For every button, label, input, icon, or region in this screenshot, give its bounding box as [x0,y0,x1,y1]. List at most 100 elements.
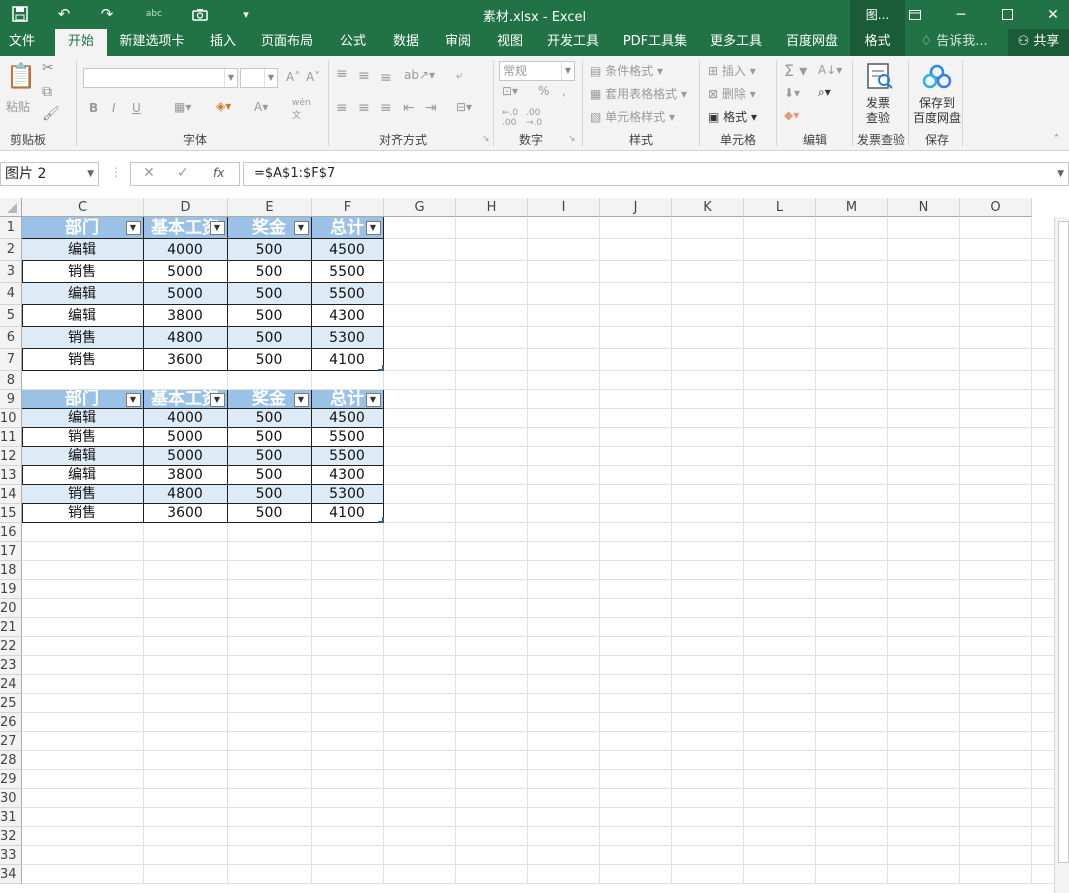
filter-dropdown-icon[interactable]: ▼ [293,392,309,407]
table-header-cell[interactable]: 总计 ▼ [311,216,384,239]
row-header[interactable]: 6 [0,327,22,349]
column-header[interactable]: N [888,198,960,217]
align-middle-icon[interactable]: ≡ [358,68,370,84]
table-cell[interactable]: 销售 [21,260,144,283]
table-cell[interactable]: 500 [227,446,312,466]
fill-color-icon[interactable]: ◈▾ [216,99,231,113]
table-cell[interactable]: 5000 [143,260,228,283]
table-cell[interactable]: 500 [227,282,312,305]
row-header[interactable]: 33 [0,846,22,865]
paste-label[interactable]: 粘贴 [6,98,30,115]
chevron-down-icon[interactable]: ▼ [87,163,94,185]
table-cell[interactable]: 4000 [143,238,228,261]
name-box[interactable]: 图片 2 ▼ [0,162,99,186]
dialog-launcher-icon[interactable]: ↘ [568,134,576,144]
row-header[interactable]: 10 [0,409,22,428]
fill-icon[interactable]: ⬇▾ [784,86,800,100]
table-cell[interactable]: 4000 [143,408,228,428]
row-header[interactable]: 5 [0,305,22,327]
row-header[interactable]: 24 [0,675,22,694]
table-cell[interactable]: 5300 [311,484,384,504]
data-table-2[interactable]: 部门 ▼ 基本工资 ▼ 奖金 ▼ 总计 ▼ 编辑 4000 500 4500 销售 5000 500 5500… [21,389,384,523]
align-center-icon[interactable]: ≡ [358,100,370,116]
align-top-icon[interactable]: ≡ [336,66,348,82]
tab-format[interactable]: 格式 [850,29,905,56]
increase-decimal-icon[interactable]: ←.0.00 [502,108,518,128]
vertical-scrollbar[interactable] [1054,217,1069,893]
table-cell[interactable]: 编辑 [21,465,144,485]
table-cell[interactable]: 4500 [311,238,384,261]
invoice-check-icon[interactable] [866,62,894,94]
filter-dropdown-icon[interactable]: ▼ [293,220,309,235]
scrollbar-thumb[interactable] [1058,221,1069,863]
collapse-ribbon-icon[interactable]: ˄ [1054,134,1059,145]
filter-dropdown-icon[interactable]: ▼ [209,392,225,407]
tab-developer[interactable]: 开发工具 [540,29,606,56]
increase-indent-icon[interactable]: ⇥ [425,100,437,116]
worksheet-grid[interactable]: CDEFGHIJKLMNO 1 2 3 4 5 6 7 8 9 10 11 12 13 14 15 16 17 1… [0,198,1069,893]
merge-center-icon[interactable]: ⊟▾ [456,100,472,114]
tab-data[interactable]: 数据 [384,29,428,56]
table-cell[interactable]: 5500 [311,282,384,305]
table-cell[interactable]: 500 [227,465,312,485]
decrease-indent-icon[interactable]: ⇤ [403,100,415,116]
table-header-cell[interactable]: 奖金 ▼ [227,216,312,239]
table-cell[interactable]: 销售 [21,484,144,504]
shrink-font-icon[interactable]: A˅ [306,70,320,84]
table-cell[interactable]: 销售 [21,503,144,523]
tell-me-search[interactable]: ♢ 告诉我... [918,29,990,56]
row-header[interactable]: 25 [0,694,22,713]
table-cell[interactable]: 500 [227,427,312,447]
column-header[interactable]: L [744,198,816,217]
row-header[interactable]: 11 [0,428,22,447]
table-cell[interactable]: 销售 [21,326,144,349]
sort-filter-icon[interactable]: A↓▾ [818,63,842,77]
column-header[interactable]: J [600,198,672,217]
table-cell[interactable]: 销售 [21,348,144,371]
tab-view[interactable]: 视图 [488,29,532,56]
cancel-icon[interactable]: ✕ [143,165,155,181]
table-cell[interactable]: 5500 [311,446,384,466]
row-header[interactable]: 19 [0,580,22,599]
restore-icon[interactable] [984,0,1030,29]
border-icon[interactable]: ▦▾ [174,100,191,114]
column-header[interactable]: K [672,198,744,217]
row-header[interactable]: 2 [0,239,22,261]
column-header[interactable]: M [816,198,888,217]
tab-page-layout[interactable]: 页面布局 [255,29,319,56]
font-size-combo[interactable]: ▼ [240,68,278,88]
minimize-icon[interactable]: ─ [938,0,984,29]
tab-baidu[interactable]: 百度网盘 [779,29,845,56]
table-cell[interactable]: 3600 [143,503,228,523]
align-left-icon[interactable]: ≡ [336,100,348,116]
table-cell[interactable]: 销售 [21,427,144,447]
autosum-icon[interactable]: Σ ▾ [784,61,807,80]
baidu-cloud-icon[interactable] [922,64,952,94]
column-header[interactable]: C [22,198,144,217]
table-header-cell[interactable]: 基本工资 ▼ [143,216,228,239]
enter-icon[interactable]: ✓ [177,165,189,181]
align-right-icon[interactable]: ≡ [380,100,392,116]
delete-cells-button[interactable]: ⊠ 删除 ▾ [708,85,756,102]
ribbon-display-icon[interactable] [892,0,938,29]
number-format-combo[interactable]: 常规 ▼ [499,61,575,81]
row-header[interactable]: 29 [0,770,22,789]
table-cell[interactable]: 编辑 [21,446,144,466]
table-cell[interactable]: 4300 [311,304,384,327]
expand-formula-icon[interactable]: ▼ [1057,163,1064,185]
paste-icon[interactable]: 📋 [6,62,36,90]
filter-dropdown-icon[interactable]: ▼ [209,220,225,235]
table-cell[interactable]: 3600 [143,348,228,371]
tab-new[interactable]: 新建选项卡 [112,29,192,56]
formula-input[interactable]: =$A$1:$F$7 ▼ [243,162,1069,186]
row-header[interactable]: 15 [0,504,22,523]
table-cell[interactable]: 5000 [143,446,228,466]
row-header[interactable]: 12 [0,447,22,466]
insert-function-icon[interactable]: fx [213,166,224,180]
table-cell[interactable]: 编辑 [21,304,144,327]
table-cell[interactable]: 5000 [143,427,228,447]
row-header[interactable]: 1 [0,217,22,239]
table-cell[interactable]: 4300 [311,465,384,485]
bold-button[interactable]: B [89,101,98,115]
row-header[interactable]: 4 [0,283,22,305]
